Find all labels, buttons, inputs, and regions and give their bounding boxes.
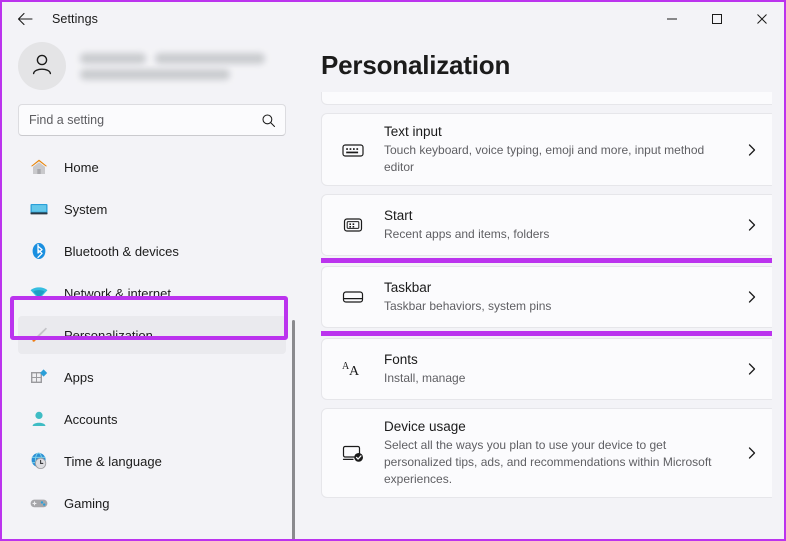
svg-text:A: A bbox=[349, 364, 360, 379]
start-icon bbox=[340, 212, 366, 238]
back-arrow-icon bbox=[17, 12, 33, 26]
sidebar-item-bluetooth-devices[interactable]: Bluetooth & devices bbox=[18, 232, 286, 270]
system-icon bbox=[28, 198, 50, 220]
sidebar-item-label: Accounts bbox=[64, 411, 118, 427]
settings-card-device-usage[interactable]: Device usage Select all the ways you pla… bbox=[321, 408, 772, 498]
keyboard-icon bbox=[340, 137, 366, 163]
user-email-redacted bbox=[80, 68, 265, 80]
sidebar-item-personalization[interactable]: Personalization bbox=[18, 316, 286, 354]
card-subtitle: Select all the ways you plan to use your… bbox=[384, 438, 712, 486]
settings-card-taskbar[interactable]: Taskbar Taskbar behaviors, system pins bbox=[321, 266, 772, 328]
sidebar-item-time-language[interactable]: Time & language bbox=[18, 442, 286, 480]
close-icon bbox=[756, 13, 768, 25]
card-text: Start Recent apps and items, folders bbox=[384, 198, 736, 252]
sidebar-item-accounts[interactable]: Accounts bbox=[18, 400, 286, 438]
partial-card-above[interactable] bbox=[321, 92, 772, 105]
home-icon bbox=[28, 156, 50, 178]
card-subtitle: Taskbar behaviors, system pins bbox=[384, 299, 552, 313]
time-language-icon bbox=[28, 450, 50, 472]
device-usage-icon bbox=[340, 440, 366, 466]
card-title: Text input bbox=[384, 124, 442, 139]
settings-card-fonts[interactable]: A A Fonts Install, manage bbox=[321, 338, 772, 400]
maximize-icon bbox=[711, 13, 723, 25]
minimize-button[interactable] bbox=[649, 2, 694, 36]
main-content: Personalization Text input Touch keyboar… bbox=[300, 36, 782, 539]
close-button[interactable] bbox=[739, 2, 784, 36]
taskbar-icon bbox=[340, 284, 366, 310]
sidebar-item-label: Bluetooth & devices bbox=[64, 243, 179, 259]
settings-card-start[interactable]: Start Recent apps and items, folders bbox=[321, 194, 772, 256]
card-title: Fonts bbox=[384, 352, 418, 367]
sidebar-nav: Home System Bluetooth & devices Network … bbox=[4, 148, 300, 539]
card-wrap-device-usage: Device usage Select all the ways you pla… bbox=[321, 408, 772, 498]
settings-card-list: Text input Touch keyboard, voice typing,… bbox=[321, 92, 772, 539]
card-text: Device usage Select all the ways you pla… bbox=[384, 409, 736, 497]
profile-text bbox=[80, 52, 265, 80]
sidebar-item-label: Apps bbox=[64, 369, 94, 385]
sidebar-item-label: Personalization bbox=[64, 327, 153, 343]
search-container bbox=[4, 92, 300, 136]
search-icon[interactable] bbox=[261, 113, 276, 128]
sidebar-item-apps[interactable]: Apps bbox=[18, 358, 286, 396]
bluetooth-icon bbox=[28, 240, 50, 262]
card-wrap-taskbar: Taskbar Taskbar behaviors, system pins bbox=[321, 258, 772, 336]
sidebar-item-label: System bbox=[64, 201, 108, 217]
card-wrap-fonts: A A Fonts Install, manage bbox=[321, 338, 772, 400]
chevron-right-icon[interactable] bbox=[742, 143, 762, 157]
maximize-button[interactable] bbox=[694, 2, 739, 36]
card-subtitle: Touch keyboard, voice typing, emoji and … bbox=[384, 143, 705, 174]
sidebar-item-gaming[interactable]: Gaming bbox=[18, 484, 286, 522]
caption-buttons bbox=[649, 2, 784, 36]
accounts-icon bbox=[28, 408, 50, 430]
card-text: Fonts Install, manage bbox=[384, 342, 736, 396]
fonts-icon: A A bbox=[340, 356, 366, 382]
sidebar-item-system[interactable]: System bbox=[18, 190, 286, 228]
card-wrap-start: Start Recent apps and items, folders bbox=[321, 194, 772, 256]
user-profile[interactable] bbox=[4, 36, 300, 92]
chevron-right-icon[interactable] bbox=[742, 446, 762, 460]
apps-icon bbox=[28, 366, 50, 388]
personalization-icon bbox=[28, 324, 50, 346]
settings-card-text-input[interactable]: Text input Touch keyboard, voice typing,… bbox=[321, 113, 772, 186]
sidebar-item-network-internet[interactable]: Network & internet bbox=[18, 274, 286, 312]
page-title: Personalization bbox=[321, 50, 511, 80]
card-text: Text input Touch keyboard, voice typing,… bbox=[384, 114, 736, 185]
gaming-icon bbox=[28, 492, 50, 514]
sidebar: Home System bbox=[4, 36, 300, 539]
network-icon bbox=[28, 282, 50, 304]
app-title: Settings bbox=[52, 12, 98, 26]
sidebar-item-label: Home bbox=[64, 159, 99, 175]
sidebar-item-label: Network & internet bbox=[64, 285, 171, 301]
back-button[interactable] bbox=[8, 4, 42, 34]
sidebar-item-label: Gaming bbox=[64, 495, 110, 511]
avatar bbox=[18, 42, 66, 90]
search-box[interactable] bbox=[18, 104, 286, 136]
chevron-right-icon[interactable] bbox=[742, 218, 762, 232]
settings-window: Settings Find a setting Home System Blue… bbox=[0, 0, 786, 541]
sidebar-item-label: Time & language bbox=[64, 453, 162, 469]
card-title: Device usage bbox=[384, 419, 466, 434]
card-wrap-text-input: Text input Touch keyboard, voice typing,… bbox=[321, 113, 772, 186]
title-bar: Settings bbox=[2, 2, 784, 36]
person-avatar-icon bbox=[29, 51, 55, 82]
sidebar-scrollbar[interactable] bbox=[292, 320, 295, 539]
card-title: Start bbox=[384, 208, 413, 223]
search-input[interactable] bbox=[19, 113, 261, 127]
chevron-right-icon[interactable] bbox=[742, 290, 762, 304]
card-title: Taskbar bbox=[384, 280, 432, 295]
sidebar-item-home[interactable]: Home bbox=[18, 148, 286, 186]
card-subtitle: Install, manage bbox=[384, 371, 466, 385]
user-name-redacted bbox=[80, 52, 265, 64]
card-subtitle: Recent apps and items, folders bbox=[384, 227, 550, 241]
chevron-right-icon[interactable] bbox=[742, 362, 762, 376]
minimize-icon bbox=[666, 13, 678, 25]
card-text: Taskbar Taskbar behaviors, system pins bbox=[384, 270, 736, 324]
